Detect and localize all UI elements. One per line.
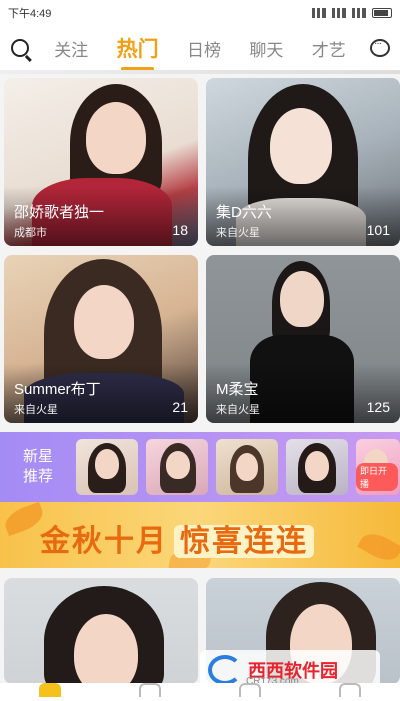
message-button[interactable] <box>360 26 400 70</box>
signal-icon <box>332 8 346 18</box>
recommend-label: 新星 推荐 <box>22 448 53 485</box>
streamer-location: 来自火星 <box>216 404 260 416</box>
stream-card[interactable]: 集D六六 来自火星 101 <box>206 78 400 246</box>
streamer-location: 来自火星 <box>216 227 260 239</box>
stream-card[interactable]: Summer布丁 来自火星 21 <box>4 255 198 423</box>
home-icon[interactable] <box>39 683 61 697</box>
streamer-name: Summer布丁 <box>14 381 101 398</box>
nav-divider <box>0 70 400 74</box>
streamer-location: 来自火星 <box>14 404 58 416</box>
signal-icon <box>312 8 326 18</box>
tab-follow[interactable]: 关注 <box>54 36 88 61</box>
streamer-location: 成都市 <box>14 227 47 239</box>
wifi-icon <box>352 8 366 18</box>
recommend-avatar[interactable]: 即日开播 <box>356 439 400 495</box>
streamer-name: M柔宝 <box>216 381 259 398</box>
status-time: 下午4:49 <box>8 8 52 20</box>
streamer-name: 集D六六 <box>216 204 272 221</box>
live-soon-badge: 即日开播 <box>356 463 398 491</box>
banner-title: 金秋十月 惊喜连连 <box>40 516 314 560</box>
discover-icon[interactable] <box>139 683 161 697</box>
search-icon <box>11 39 29 57</box>
new-star-recommend: 新星 推荐 即日开播 <box>0 432 400 502</box>
stream-card[interactable] <box>4 578 198 684</box>
top-nav: 关注 热门 日榜 聊天 才艺 <box>0 26 400 71</box>
stream-card[interactable]: 邵娇歌者独一 成都市 18 <box>4 78 198 246</box>
tab-daily-rank[interactable]: 日榜 <box>187 36 221 61</box>
streamer-name: 邵娇歌者独一 <box>14 204 105 221</box>
stream-thumbnail <box>4 578 198 684</box>
recommend-avatar[interactable] <box>286 439 348 495</box>
recommend-avatar[interactable] <box>146 439 208 495</box>
battery-icon <box>372 8 392 18</box>
viewer-count: 21 <box>172 399 188 415</box>
profile-icon[interactable] <box>339 683 361 697</box>
watermark-logo-icon <box>208 655 242 685</box>
stream-card[interactable]: M柔宝 来自火星 125 <box>206 255 400 423</box>
leaf-decoration <box>357 527 400 567</box>
tab-chat[interactable]: 聊天 <box>249 36 283 61</box>
live-icon[interactable] <box>239 683 261 697</box>
search-button[interactable] <box>0 26 40 70</box>
viewer-count: 18 <box>172 222 188 238</box>
tab-hot[interactable]: 热门 <box>117 33 159 71</box>
recommend-avatar[interactable] <box>76 439 138 495</box>
viewer-count: 101 <box>366 222 390 238</box>
bottom-nav <box>0 683 400 701</box>
tab-talent[interactable]: 才艺 <box>312 36 346 61</box>
promo-banner[interactable]: 金秋十月 惊喜连连 <box>0 502 400 568</box>
status-icons <box>312 8 392 18</box>
message-icon <box>370 38 390 57</box>
status-bar: 下午4:49 <box>0 0 400 26</box>
tab-bar: 关注 热门 日榜 聊天 才艺 <box>40 33 360 71</box>
recommend-avatar[interactable] <box>216 439 278 495</box>
viewer-count: 125 <box>366 399 390 415</box>
